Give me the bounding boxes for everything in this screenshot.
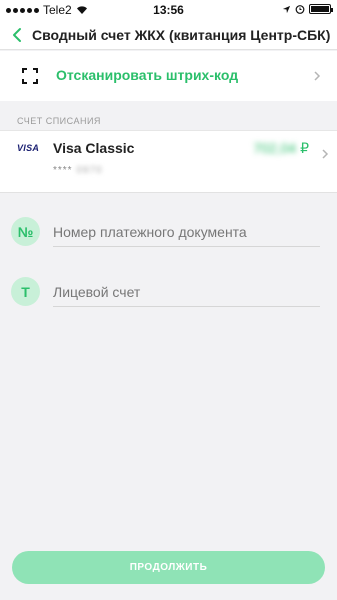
letter-t-icon: Т <box>11 277 40 306</box>
back-button[interactable] <box>8 25 28 45</box>
page-title: Сводный счет ЖКХ (квитанция Центр-СБК) <box>32 27 331 43</box>
form-area: № Т <box>0 194 337 600</box>
scan-barcode-row[interactable]: Отсканировать штрих-код <box>0 51 337 101</box>
scan-barcode-label: Отсканировать штрих-код <box>56 67 239 83</box>
card-number-mask: **** 0970 <box>53 165 103 176</box>
card-balance: 702,04 ₽ <box>253 140 309 157</box>
personal-account-input[interactable] <box>53 277 320 307</box>
header: Сводный счет ЖКХ (квитанция Центр-СБК) <box>0 20 337 50</box>
chevron-right-icon <box>322 149 329 159</box>
document-number-field: № <box>0 217 337 267</box>
currency-symbol: ₽ <box>300 140 309 156</box>
card-name: Visa Classic <box>53 140 135 156</box>
section-label: СЧЕТ СПИСАНИЯ <box>17 116 101 126</box>
status-bar: Tele2 13:56 <box>0 0 337 20</box>
debit-account-row[interactable]: VISA Visa Classic **** 0970 702,04 ₽ <box>0 130 337 193</box>
continue-button[interactable]: ПРОДОЛЖИТЬ <box>12 551 325 584</box>
card-mask-prefix: **** <box>53 165 73 176</box>
visa-logo: VISA <box>17 143 40 153</box>
location-arrow-icon <box>282 5 291 13</box>
barcode-scan-icon <box>22 68 38 84</box>
battery-icon <box>309 4 333 14</box>
alarm-icon <box>295 5 305 14</box>
status-right <box>282 4 333 14</box>
card-mask-suffix: 0970 <box>76 165 103 176</box>
chevron-right-icon <box>314 71 321 81</box>
document-number-input[interactable] <box>53 217 320 247</box>
number-sign-icon: № <box>11 217 40 246</box>
balance-amount: 702,04 <box>253 140 297 156</box>
personal-account-field: Т <box>0 277 337 327</box>
